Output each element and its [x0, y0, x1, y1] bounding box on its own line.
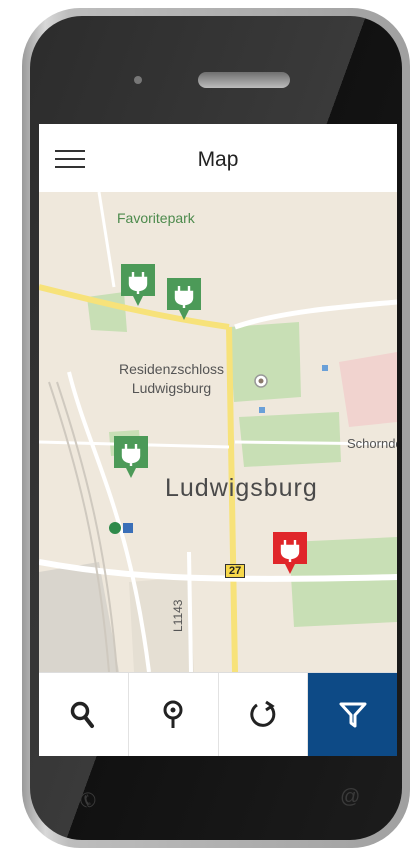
earpiece — [198, 72, 290, 88]
charger-pin-available[interactable] — [167, 278, 201, 322]
map-label-road: L1143 — [171, 599, 185, 632]
map-label-park: Favoritepark — [117, 210, 195, 226]
search-button[interactable] — [39, 673, 129, 756]
charger-pin-available[interactable] — [114, 436, 148, 480]
search-icon — [71, 701, 95, 728]
map-pin-icon — [163, 700, 183, 728]
filter-icon — [339, 702, 367, 728]
refresh-icon — [250, 700, 276, 727]
at-sign-icon: @ — [340, 786, 361, 808]
page-title: Map — [197, 148, 239, 171]
charger-pin-occupied[interactable] — [273, 532, 307, 576]
map-label-town: Schorndo — [347, 436, 397, 451]
map-label-palace: Residenzschloss Ludwigsburg — [119, 360, 224, 398]
camera — [134, 76, 142, 84]
road-shield-27: 27 — [225, 564, 246, 578]
bottom-toolbar — [39, 672, 397, 756]
map-label-city: Ludwigsburg — [165, 474, 318, 502]
charger-pin-available[interactable] — [121, 264, 155, 308]
top-bar: Map — [39, 124, 397, 193]
map-background — [39, 192, 397, 672]
refresh-button[interactable] — [219, 673, 309, 756]
location-button[interactable] — [129, 673, 219, 756]
map-label-palace-line1: Residenzschloss — [119, 361, 225, 377]
map-view[interactable]: Favoritepark Residenzschloss Ludwigsburg… — [39, 192, 397, 672]
app-screen: Map Favoritepark Residenzschloss Ludwigs… — [39, 124, 397, 756]
map-label-palace-line2: Ludwigsburg — [131, 380, 212, 396]
filter-button[interactable] — [308, 673, 397, 756]
